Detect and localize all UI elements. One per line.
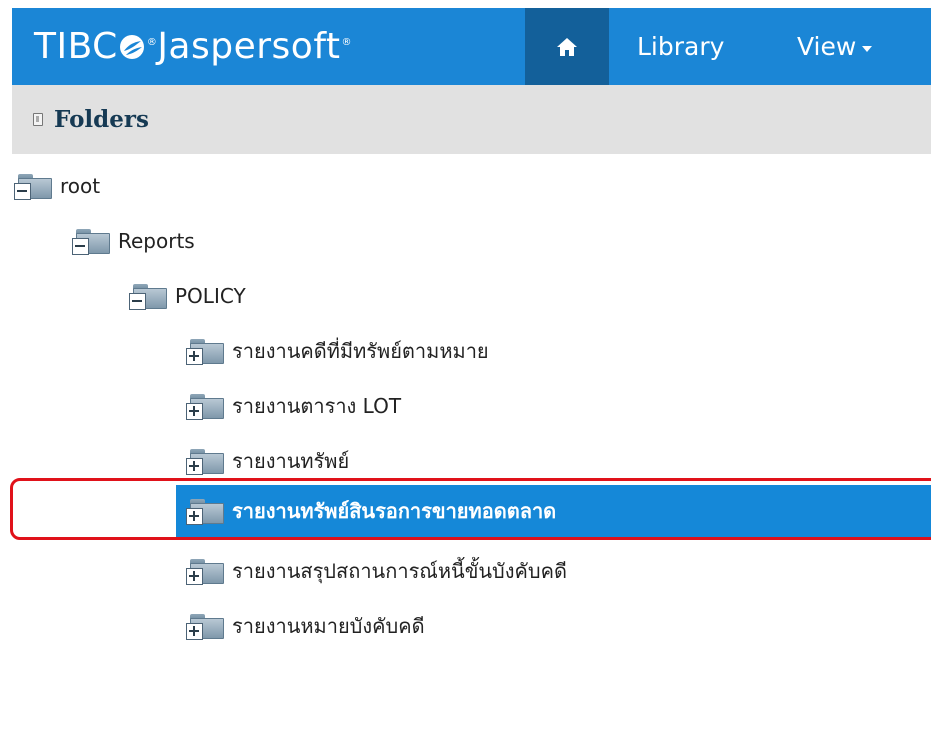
tree-node-label: รายงานตาราง LOT: [232, 394, 402, 418]
tree-node-label: รายงานหมายบังคับคดี: [232, 614, 425, 638]
logo-text-jaspersoft: Jaspersoft: [157, 26, 341, 67]
tree-node-report-5[interactable]: รายงานสรุปสถานการณ์หนี้ขั้นบังคับคดี: [186, 547, 567, 595]
tree-node-root[interactable]: root: [14, 162, 100, 210]
view-menu[interactable]: View: [797, 8, 873, 85]
folder-collapse-icon[interactable]: [72, 226, 112, 256]
folder-collapse-icon[interactable]: [14, 171, 54, 201]
tree-node-label: root: [60, 174, 101, 198]
home-icon: [557, 37, 577, 56]
chevron-down-icon: [862, 46, 873, 52]
view-label: View: [797, 32, 857, 61]
tree-node-reports[interactable]: Reports: [72, 217, 195, 265]
folder-tree: root Reports POLICY รายงานคดีที่มีทรัพย์…: [0, 154, 931, 754]
tree-node-report-6[interactable]: รายงานหมายบังคับคดี: [186, 602, 425, 650]
tree-node-label: POLICY: [175, 284, 246, 308]
home-button[interactable]: [525, 8, 609, 85]
registered-mark-2: ®: [341, 37, 352, 48]
folder-expand-icon[interactable]: [186, 556, 226, 586]
folder-expand-icon[interactable]: [186, 336, 226, 366]
tree-node-label: รายงานทรัพย์สินรอการขายทอดตลาด: [232, 499, 557, 523]
tibco-ball-icon: [119, 35, 144, 59]
tree-node-report-1[interactable]: รายงานคดีที่มีทรัพย์ตามหมาย: [186, 327, 489, 375]
tree-node-report-3[interactable]: รายงานทรัพย์: [186, 437, 349, 485]
tree-node-label: รายงานทรัพย์: [232, 449, 350, 473]
folder-collapse-icon[interactable]: [129, 281, 169, 311]
tree-node-label: รายงานคดีที่มีทรัพย์ตามหมาย: [232, 339, 489, 363]
library-menu[interactable]: Library: [637, 8, 724, 85]
panel-collapse-icon[interactable]: [33, 113, 43, 126]
folders-panel-header: Folders: [12, 85, 931, 154]
tree-node-report-4-selected[interactable]: รายงานทรัพย์สินรอการขายทอดตลาด: [176, 485, 931, 537]
folder-expand-icon[interactable]: [186, 446, 226, 476]
registered-mark: ®: [146, 37, 158, 48]
tree-node-policy[interactable]: POLICY: [129, 272, 246, 320]
tree-node-label: รายงานสรุปสถานการณ์หนี้ขั้นบังคับคดี: [232, 559, 567, 583]
folder-expand-icon[interactable]: [186, 496, 226, 526]
folders-title: Folders: [54, 106, 149, 133]
folder-expand-icon[interactable]: [186, 391, 226, 421]
tree-node-label: Reports: [118, 229, 195, 253]
library-label: Library: [637, 32, 725, 61]
tree-node-report-2[interactable]: รายงานตาราง LOT: [186, 382, 401, 430]
top-nav-bar: TIBC ®Jaspersoft® Library View: [12, 8, 931, 85]
folder-expand-icon[interactable]: [186, 611, 226, 641]
logo-text-tibco: TIBC: [34, 26, 118, 67]
tibco-jaspersoft-logo[interactable]: TIBC ®Jaspersoft®: [34, 8, 352, 85]
